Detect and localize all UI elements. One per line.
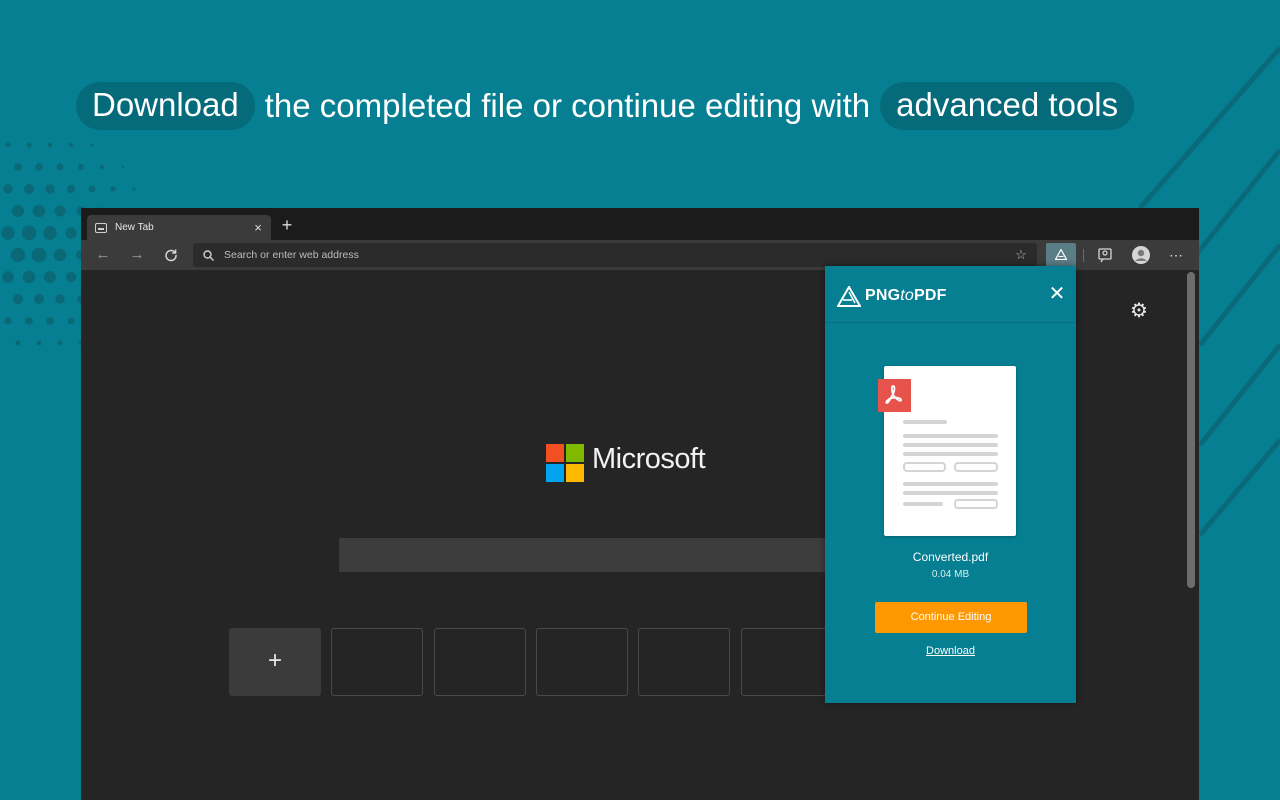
brand-png: PNG [865, 287, 901, 304]
quick-link-tile[interactable] [638, 628, 730, 696]
pngtopdf-logo-icon [837, 286, 861, 307]
download-link[interactable]: Download [825, 645, 1076, 657]
profile-button[interactable] [1130, 244, 1152, 266]
pngtopdf-extension-icon [1055, 249, 1067, 260]
toolbar-separator [1083, 249, 1084, 262]
page-settings-gear-icon[interactable]: ⚙ [1128, 300, 1150, 322]
headline-highlight-download: Download [76, 82, 255, 130]
popup-close-icon[interactable]: ✕ [1047, 284, 1067, 304]
tab-page-icon [95, 222, 107, 233]
headline: Download the completed file or continue … [76, 82, 1135, 130]
tab-bar: New Tab × + [81, 208, 1199, 240]
brand-to: to [900, 287, 915, 304]
feedback-button[interactable] [1094, 244, 1116, 266]
page-scrollbar[interactable] [1187, 272, 1195, 588]
profile-icon [1132, 246, 1150, 264]
more-menu-button[interactable]: ⋯ [1165, 244, 1187, 266]
brand-pdf: PDF [914, 287, 947, 304]
popup-header: PNGtoPDF ✕ [825, 266, 1076, 323]
converted-file-size: 0.04 MB [931, 569, 970, 580]
quick-link-tile[interactable] [741, 628, 833, 696]
favorite-star-icon[interactable]: ☆ [1011, 247, 1031, 263]
feedback-icon [1098, 248, 1112, 263]
pngtopdf-extension-button[interactable] [1046, 243, 1076, 267]
microsoft-logo-text: Microsoft [592, 443, 706, 475]
address-placeholder: Search or enter web address [224, 249, 359, 261]
converted-file-name: Converted.pdf [912, 550, 989, 564]
continue-editing-button[interactable]: Continue Editing [875, 602, 1027, 633]
refresh-icon [165, 249, 177, 262]
popup-brand: PNGtoPDF [865, 287, 947, 305]
new-tab-button[interactable]: + [277, 214, 297, 236]
tab-title: New Tab [115, 222, 154, 233]
add-site-tile[interactable]: + [229, 628, 321, 696]
refresh-button[interactable] [160, 244, 182, 266]
quick-link-tile[interactable] [536, 628, 628, 696]
pngtopdf-popup: PNGtoPDF ✕ Converted.pdf 0.04 MB Continu… [825, 266, 1076, 703]
page-search-input[interactable] [339, 538, 839, 572]
address-bar[interactable]: Search or enter web address ☆ [193, 243, 1037, 267]
quick-link-tile[interactable] [434, 628, 526, 696]
quick-link-tile[interactable] [331, 628, 423, 696]
tab-new-tab[interactable]: New Tab × [87, 215, 271, 240]
back-button[interactable]: ← [92, 244, 114, 266]
microsoft-logo-icon [546, 444, 584, 482]
search-icon [203, 249, 214, 261]
headline-highlight-advanced-tools: advanced tools [880, 82, 1135, 130]
pdf-icon [878, 379, 911, 412]
forward-button[interactable]: → [126, 244, 148, 266]
tab-close-icon[interactable]: × [251, 220, 265, 235]
headline-text: the completed file or continue editing w… [264, 87, 871, 124]
